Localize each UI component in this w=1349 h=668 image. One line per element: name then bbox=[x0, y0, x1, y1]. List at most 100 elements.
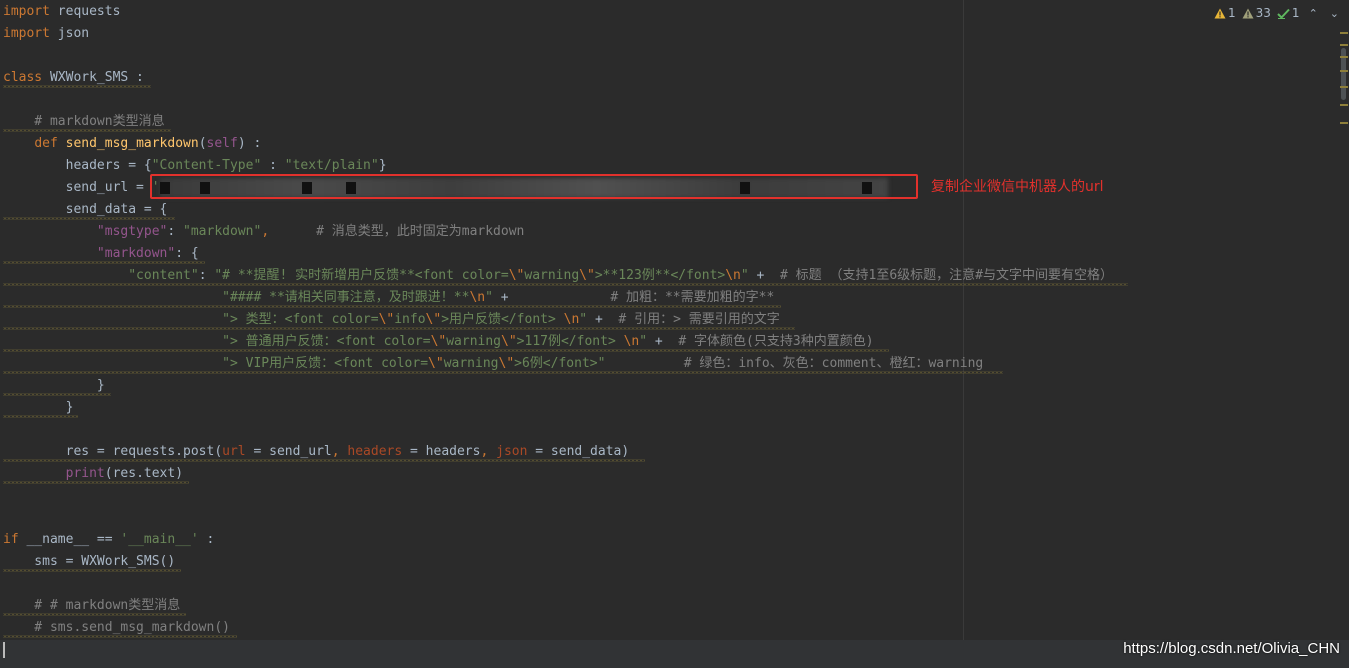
inspection-widget[interactable]: 1 33 1 ⌃ ⌄ bbox=[1214, 6, 1342, 20]
string: '__main__' bbox=[120, 532, 199, 547]
code-line[interactable]: # # markdown类型消息 bbox=[3, 595, 1349, 617]
string: "> 普通用户反馈：<font color= bbox=[222, 334, 431, 349]
code-line[interactable]: res = requests.post(url = send_url, head… bbox=[3, 441, 1349, 463]
vertical-scrollbar[interactable] bbox=[1339, 30, 1349, 640]
code-text: ( bbox=[198, 136, 207, 151]
code-line[interactable]: sms = WXWork_SMS() bbox=[3, 551, 1349, 573]
code-line[interactable]: "msgtype": "markdown", # 消息类型，此时固定为markd… bbox=[3, 221, 1349, 243]
code-line[interactable] bbox=[3, 485, 1349, 507]
code-line[interactable]: import requests bbox=[3, 1, 1349, 23]
code-line[interactable]: } bbox=[3, 397, 1349, 419]
builtin-function: print bbox=[65, 466, 105, 481]
code-line[interactable]: # sms.send_msg_markdown() bbox=[3, 617, 1349, 639]
typos-indicator[interactable]: 1 bbox=[1277, 6, 1300, 20]
error-stripe-mark[interactable] bbox=[1340, 44, 1348, 46]
code-text: res = requests.post( bbox=[3, 444, 223, 459]
keyword-argument: json bbox=[496, 444, 528, 459]
keyword-argument: headers bbox=[347, 444, 403, 459]
code-line[interactable]: "markdown": { bbox=[3, 243, 1349, 265]
code-line[interactable]: "> 普通用户反馈：<font color=\"warning\">117例</… bbox=[3, 331, 1349, 353]
string: "# **提醒! 实时新增用户反馈**<font color= bbox=[214, 268, 509, 283]
code-text: json bbox=[49, 26, 90, 41]
code-text: + bbox=[748, 268, 773, 283]
code-text: : bbox=[261, 158, 285, 173]
warnings-indicator[interactable]: 1 bbox=[1214, 6, 1236, 20]
comma: , bbox=[331, 444, 348, 459]
comment: # sms.send_msg_markdown() bbox=[3, 620, 230, 635]
code-line[interactable] bbox=[3, 45, 1349, 67]
keyword: class bbox=[3, 70, 43, 85]
code-line[interactable] bbox=[3, 507, 1349, 529]
string: "> 类型：<font color= bbox=[222, 312, 379, 327]
code-line[interactable] bbox=[3, 89, 1349, 111]
string: " bbox=[740, 268, 749, 283]
watermark: https://blog.csdn.net/Olivia_CHN bbox=[1123, 640, 1340, 657]
string: warning bbox=[443, 356, 499, 371]
code-line[interactable]: "#### **请相关同事注意，及时跟进！**\n" + # 加粗：**需要加粗… bbox=[3, 287, 1349, 309]
comment: # # markdown类型消息 bbox=[3, 598, 181, 613]
keyword-argument: url bbox=[222, 444, 246, 459]
code-line[interactable] bbox=[3, 419, 1349, 441]
escape-sequence: \" bbox=[378, 312, 395, 327]
error-stripe-mark[interactable] bbox=[1340, 70, 1348, 72]
keyword: if bbox=[3, 532, 19, 547]
chevron-down-icon[interactable]: ⌄ bbox=[1327, 7, 1342, 20]
code-line[interactable]: if __name__ == '__main__' : bbox=[3, 529, 1349, 551]
chevron-up-icon[interactable]: ⌃ bbox=[1306, 7, 1321, 20]
code-line[interactable]: "content": "# **提醒! 实时新增用户反馈**<font colo… bbox=[3, 265, 1349, 287]
code-text: : bbox=[198, 268, 215, 283]
code-line[interactable]: send_data = { bbox=[3, 199, 1349, 221]
code-editor[interactable]: import requests import json class WXWork… bbox=[0, 0, 1349, 668]
code-text: + bbox=[647, 334, 671, 349]
code-text: } bbox=[3, 378, 105, 393]
escape-sequence: \n bbox=[563, 312, 580, 327]
code-line[interactable]: } bbox=[3, 375, 1349, 397]
string: info bbox=[394, 312, 426, 327]
comment: # 引用：> 需要引用的文字 bbox=[610, 312, 780, 327]
escape-sequence: \" bbox=[498, 356, 515, 371]
code-line[interactable]: def send_msg_markdown(self) : bbox=[3, 133, 1349, 155]
keyword: import bbox=[3, 4, 50, 19]
code-line[interactable]: class WXWork_SMS : bbox=[3, 67, 1349, 89]
string: "#### **请相关同事注意，及时跟进！** bbox=[222, 290, 470, 305]
code-text: : bbox=[167, 224, 184, 239]
comma: , bbox=[261, 224, 270, 239]
code-line[interactable]: import json bbox=[3, 23, 1349, 45]
string: warning bbox=[524, 268, 580, 283]
highlight-box bbox=[150, 174, 918, 199]
error-stripe-mark[interactable] bbox=[1340, 56, 1348, 58]
code-line[interactable]: "> 类型：<font color=\"info\">用户反馈</font> \… bbox=[3, 309, 1349, 331]
keyword: import bbox=[3, 26, 50, 41]
code-line[interactable]: # markdown类型消息 bbox=[3, 111, 1349, 133]
code-text: send_url = bbox=[3, 180, 152, 195]
code-line[interactable]: "> VIP用户反馈：<font color=\"warning\">6例</f… bbox=[3, 353, 1349, 375]
error-stripe-mark[interactable] bbox=[1340, 104, 1348, 106]
weak-warnings-indicator[interactable]: 33 bbox=[1242, 6, 1271, 20]
escape-sequence: \n bbox=[623, 334, 640, 349]
error-stripe-mark[interactable] bbox=[1340, 86, 1348, 88]
comment: # 加粗：**需要加粗的字** bbox=[508, 290, 775, 305]
warning-icon bbox=[1214, 8, 1226, 18]
code-area[interactable]: import requests import json class WXWork… bbox=[3, 1, 1349, 639]
string: >6例</font>" bbox=[514, 356, 606, 371]
error-stripe-mark[interactable] bbox=[1340, 122, 1348, 124]
weak-warning-icon bbox=[1242, 8, 1254, 18]
code-text: } bbox=[3, 400, 74, 415]
check-icon bbox=[1277, 8, 1290, 19]
escape-sequence: \" bbox=[428, 356, 444, 371]
code-line[interactable]: print(res.text) bbox=[3, 463, 1349, 485]
string: "Content-Type" bbox=[151, 158, 262, 173]
string: warning bbox=[446, 334, 502, 349]
code-text: send_data = { bbox=[3, 202, 168, 217]
error-stripe-mark[interactable] bbox=[1340, 32, 1348, 34]
code-text: headers = { bbox=[3, 158, 152, 173]
code-line[interactable] bbox=[3, 573, 1349, 595]
typos-count: 1 bbox=[1291, 6, 1300, 20]
